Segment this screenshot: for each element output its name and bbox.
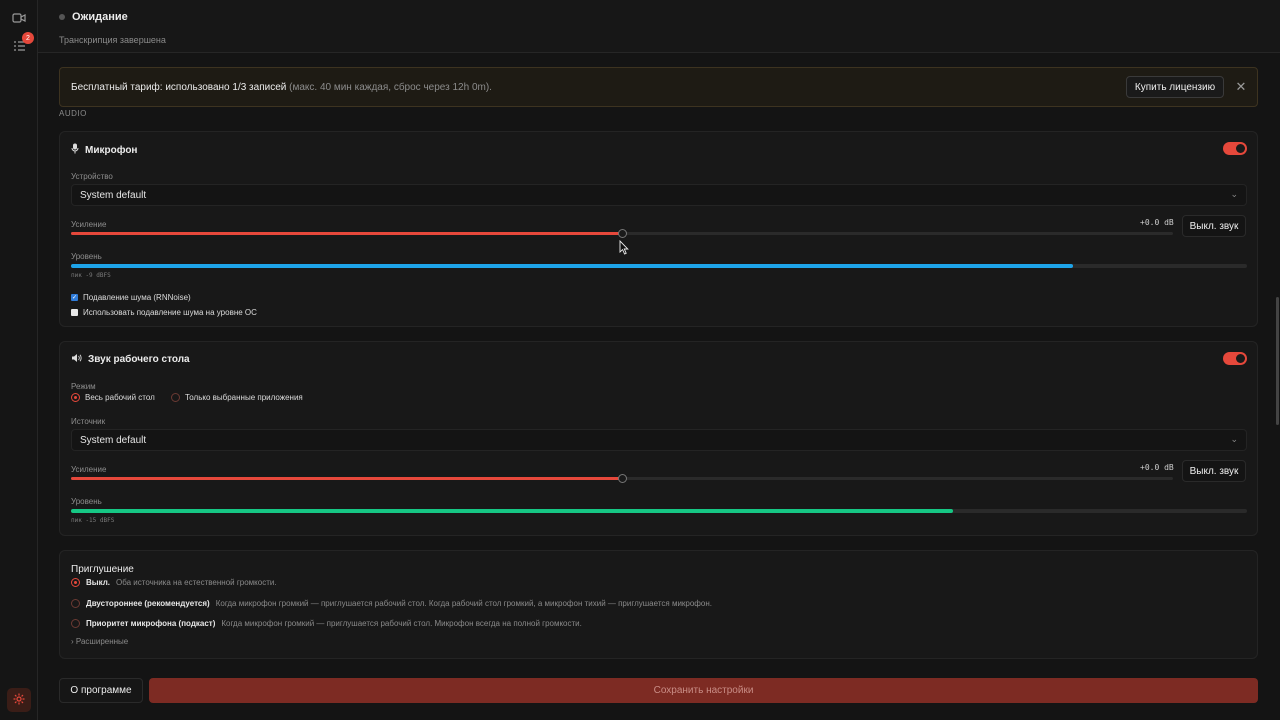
license-banner: Бесплатный тариф: использовано 1/3 запис… [59,67,1258,107]
device-label: Устройство [71,172,113,181]
buy-license-button[interactable]: Купить лицензию [1126,76,1224,98]
checkbox-unchecked-icon [71,309,78,316]
ducking-option-off[interactable]: Выкл. Оба источника на естественной гром… [71,578,277,587]
microphone-gain-slider[interactable] [71,229,1173,238]
recordings-button[interactable] [7,7,31,31]
microphone-title-text: Микрофон [85,144,138,156]
os-noise-label: Использовать подавление шума на уровне О… [83,308,257,317]
desktop-audio-toggle[interactable] [1223,352,1247,365]
banner-muted-text: (макс. 40 мин каждая, сброс через 12h 0m… [286,82,492,93]
radio-unselected-icon [71,619,80,628]
ducking-option-name: Приоритет микрофона (подкаст) [86,619,216,628]
microphone-title: Микрофон [71,143,137,157]
peak-readout: пик -9 dBFS [71,272,111,279]
level-label: Уровень [71,252,102,261]
radio-selected-icon [71,393,80,402]
gain-slider-thumb[interactable] [618,229,627,238]
checkbox-checked-icon: ✓ [71,294,78,301]
ducking-option-mic-priority[interactable]: Приоритет микрофона (подкаст) Когда микр… [71,619,582,628]
status-header: Ожидание Транскрипция завершена [38,0,1280,53]
microphone-icon [71,143,79,157]
desktop-source-select[interactable]: System default ⌄ [71,429,1247,451]
banner-main-text: Бесплатный тариф: использовано 1/3 запис… [71,82,287,93]
status-dot [59,14,65,20]
desktop-level-meter [71,509,1247,513]
desktop-audio-card: Звук рабочего стола Режим Весь рабочий с… [59,341,1258,536]
mode-option-label: Весь рабочий стол [85,393,155,402]
ducking-option-name: Выкл. [86,578,111,587]
section-label-audio: AUDIO [59,109,87,118]
mouse-cursor-icon [619,239,629,258]
microphone-card: Микрофон Устройство System default ⌄ Уси… [59,131,1258,327]
desktop-audio-title-text: Звук рабочего стола [88,354,190,365]
microphone-device-value: System default [80,190,147,201]
scrollbar[interactable] [1276,297,1279,425]
microphone-device-select[interactable]: System default ⌄ [71,184,1247,206]
level-fill [71,509,953,513]
ducking-card: Приглушение Выкл. Оба источника на естес… [59,550,1258,659]
desktop-source-value: System default [80,435,147,446]
radio-unselected-icon [171,393,180,402]
mode-option-label: Только выбранные приложения [185,393,303,402]
gain-readout: +0.0 dB [1140,218,1174,227]
settings-button[interactable] [7,688,31,712]
mode-option-full-desktop[interactable]: Весь рабочий стол [71,393,155,402]
banner-text: Бесплатный тариф: использовано 1/3 запис… [71,82,492,93]
advanced-toggle[interactable]: › Расширенные [71,637,128,646]
ducking-title: Приглушение [71,564,134,575]
noise-suppression-label: Подавление шума (RNNoise) [83,293,191,302]
source-label: Источник [71,417,106,426]
desktop-audio-title: Звук рабочего стола [71,353,190,366]
gain-fill [71,232,622,235]
peak-readout: пик -15 dBFS [71,517,115,524]
mode-option-selected-apps[interactable]: Только выбранные приложения [171,393,303,402]
ducking-option-name: Двустороннее (рекомендуется) [86,599,210,608]
chevron-down-icon: ⌄ [1230,189,1238,199]
about-button[interactable]: О программе [59,678,143,703]
gain-label: Усиление [71,220,107,229]
desktop-gain-slider[interactable] [71,474,1173,483]
close-banner-icon[interactable]: ✕ [1232,78,1250,96]
microphone-toggle[interactable] [1223,142,1247,155]
level-fill [71,264,1073,268]
desktop-mute-button[interactable]: Выкл. звук [1182,460,1246,482]
ducking-option-two-way[interactable]: Двустороннее (рекомендуется) Когда микро… [71,599,712,608]
chevron-right-icon: › [71,637,74,646]
radio-selected-icon [71,578,80,587]
tasks-button[interactable]: 2 [7,32,34,59]
advanced-label: Расширенные [75,637,129,646]
status-title: Ожидание [72,11,128,23]
ducking-option-desc: Когда микрофон громкий — приглушается ра… [215,599,712,608]
gear-icon [12,692,26,709]
gain-slider-thumb[interactable] [618,474,627,483]
microphone-mute-button[interactable]: Выкл. звук [1182,215,1246,237]
tasks-badge: 2 [22,32,34,44]
chevron-down-icon: ⌄ [1230,434,1238,444]
os-noise-suppression-checkbox[interactable]: Использовать подавление шума на уровне О… [71,308,257,317]
level-label: Уровень [71,497,102,506]
gain-readout: +0.0 dB [1140,463,1174,472]
video-camera-icon [12,12,26,27]
gain-label: Усиление [71,465,107,474]
ducking-option-desc: Когда микрофон громкий — приглушается ра… [221,619,582,628]
gain-fill [71,477,622,480]
speaker-icon [71,353,82,366]
mode-label: Режим [71,382,96,391]
status-subtitle: Транскрипция завершена [59,35,166,45]
noise-suppression-checkbox[interactable]: ✓ Подавление шума (RNNoise) [71,293,191,302]
ducking-option-desc: Оба источника на естественной громкости. [116,578,277,587]
save-settings-button[interactable]: Сохранить настройки [149,678,1258,703]
radio-unselected-icon [71,599,80,608]
left-rail: 2 [0,0,38,720]
microphone-level-meter [71,264,1247,268]
